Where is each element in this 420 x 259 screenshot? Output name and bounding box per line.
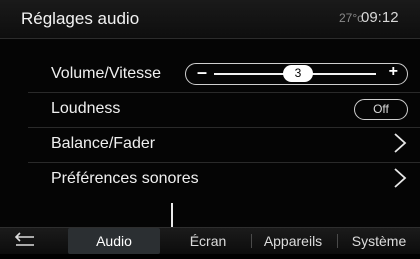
audio-settings-screen: Réglages audio 27°c 09:12 Volume/Vitesse…	[0, 0, 420, 254]
tab-ecran[interactable]: Écran	[172, 228, 244, 254]
page-title: Réglages audio	[21, 9, 140, 28]
tab-systeme[interactable]: Système	[340, 228, 418, 254]
temperature-readout: 27°c	[339, 11, 364, 25]
balance-fader-row[interactable]: Balance/Fader	[28, 128, 420, 163]
bottom-tab-bar: Audio Écran Appareils Système	[0, 227, 420, 254]
volume-stepper[interactable]: – 3 +	[185, 62, 408, 85]
loudness-row[interactable]: Loudness Off	[28, 93, 420, 128]
back-arrow-icon	[14, 232, 34, 246]
header-bar: Réglages audio 27°c 09:12	[0, 0, 420, 39]
clock: 09:12	[361, 9, 399, 26]
loudness-toggle[interactable]: Off	[354, 99, 408, 120]
tab-audio[interactable]: Audio	[68, 228, 160, 254]
tab-appareils[interactable]: Appareils	[254, 228, 332, 254]
sound-preferences-label: Préférences sonores	[51, 170, 199, 187]
settings-list: Volume/Vitesse – 3 + Loudness Off Balanc…	[28, 58, 420, 197]
tab-separator	[251, 234, 252, 248]
volume-label: Volume/Vitesse	[51, 65, 161, 82]
balance-fader-label: Balance/Fader	[51, 135, 156, 152]
back-button[interactable]	[4, 228, 52, 254]
volume-increase-button[interactable]: +	[389, 63, 398, 81]
sound-preferences-row[interactable]: Préférences sonores	[28, 163, 420, 197]
volume-row: Volume/Vitesse – 3 +	[28, 58, 420, 93]
loudness-label: Loudness	[51, 100, 121, 117]
tab-separator	[337, 234, 338, 248]
touch-pointer-line	[171, 203, 173, 227]
chevron-right-icon	[394, 168, 407, 188]
volume-value[interactable]: 3	[283, 65, 313, 82]
chevron-right-icon	[394, 133, 407, 153]
volume-decrease-button[interactable]: –	[197, 62, 207, 83]
